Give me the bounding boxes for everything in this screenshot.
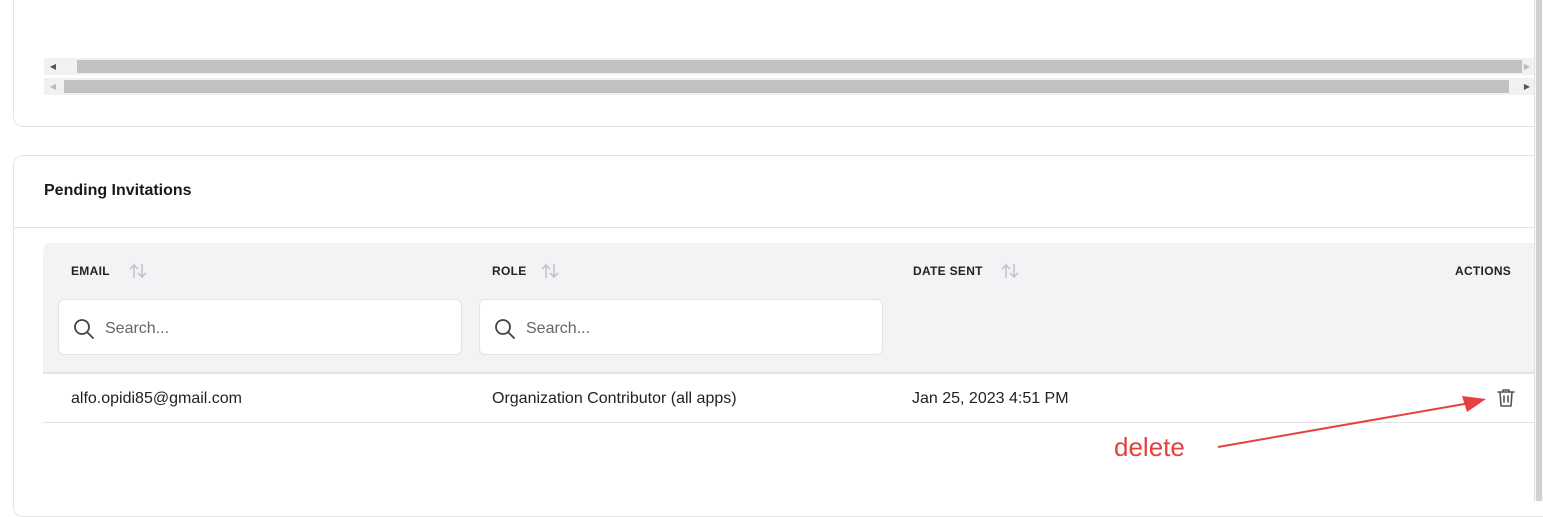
cell-role: Organization Contributor (all apps) bbox=[492, 390, 737, 407]
trash-icon[interactable] bbox=[1494, 386, 1518, 410]
sort-arrows-icon[interactable] bbox=[999, 261, 1021, 281]
column-header-date-sent[interactable]: DATE SENT bbox=[913, 264, 983, 278]
column-header-actions: ACTIONS bbox=[1455, 264, 1512, 278]
sort-arrows-icon[interactable] bbox=[127, 261, 149, 281]
column-header-email[interactable]: EMAIL bbox=[71, 264, 110, 278]
role-search-input[interactable] bbox=[524, 315, 868, 343]
scrollbar-thumb[interactable] bbox=[77, 60, 1522, 73]
search-icon bbox=[74, 319, 94, 339]
divider bbox=[43, 422, 1535, 423]
cell-date-sent: Jan 25, 2023 4:51 PM bbox=[912, 390, 1069, 407]
card-title: Pending Invitations bbox=[44, 182, 192, 199]
cell-email: alfo.opidi85@gmail.com bbox=[71, 390, 242, 407]
divider bbox=[14, 227, 1535, 228]
role-search-field[interactable] bbox=[479, 299, 883, 355]
annotation-label: delete bbox=[1114, 432, 1185, 462]
horizontal-scrollbar[interactable]: ◀ ▶ bbox=[44, 78, 1534, 95]
divider bbox=[43, 372, 1535, 374]
horizontal-scrollbar[interactable]: ◀ ▶ bbox=[44, 58, 1534, 75]
scroll-left-icon[interactable]: ◀ bbox=[46, 78, 60, 95]
scroll-right-icon[interactable]: ▶ bbox=[1520, 78, 1534, 95]
scrollbar-thumb[interactable] bbox=[1536, 0, 1542, 501]
scrollbar-thumb[interactable] bbox=[64, 80, 1509, 93]
email-search-input[interactable] bbox=[103, 315, 447, 343]
scroll-right-icon[interactable]: ▶ bbox=[1520, 58, 1534, 75]
search-icon bbox=[495, 319, 515, 339]
column-header-role[interactable]: ROLE bbox=[492, 264, 527, 278]
vertical-scrollbar[interactable] bbox=[1534, 0, 1543, 501]
sort-arrows-icon[interactable] bbox=[539, 261, 561, 281]
scroll-left-icon[interactable]: ◀ bbox=[46, 58, 60, 75]
email-search-field[interactable] bbox=[58, 299, 462, 355]
